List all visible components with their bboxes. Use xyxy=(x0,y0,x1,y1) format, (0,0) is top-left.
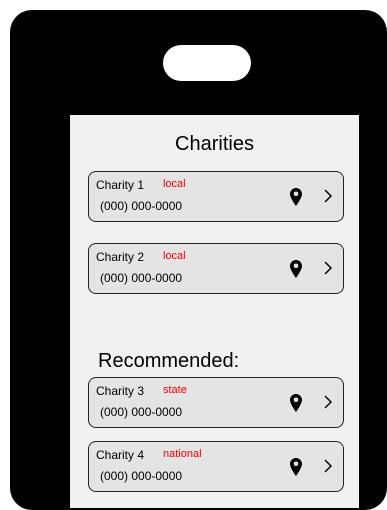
charity-name: Charity 4 xyxy=(96,448,145,462)
charity-phone: (000) 000-0000 xyxy=(100,271,183,285)
chevron-right-icon[interactable] xyxy=(324,188,332,204)
charity-scope-tag: state xyxy=(163,384,187,396)
map-pin-icon[interactable] xyxy=(290,260,302,278)
charity-card[interactable]: Charity 2 local (000) 000-0000 xyxy=(88,243,344,294)
charity-scope-tag: local xyxy=(163,250,186,262)
charity-phone: (000) 000-0000 xyxy=(100,405,183,419)
map-pin-icon[interactable] xyxy=(290,394,302,412)
chevron-right-icon[interactable] xyxy=(324,458,332,474)
recommended-charity-card[interactable]: Charity 4 national (000) 000-0000 xyxy=(88,441,344,492)
phone-frame: Charities Charity 1 local (000) 000-0000… xyxy=(10,10,387,510)
recommended-charity-card[interactable]: Charity 3 state (000) 000-0000 xyxy=(88,377,344,428)
charities-screen: Charities Charity 1 local (000) 000-0000… xyxy=(70,115,359,508)
chevron-right-icon[interactable] xyxy=(324,260,332,276)
map-pin-icon[interactable] xyxy=(290,188,302,206)
charity-scope-tag: national xyxy=(163,448,202,460)
charity-name: Charity 2 xyxy=(96,250,145,264)
map-pin-icon[interactable] xyxy=(290,458,302,476)
charity-name: Charity 1 xyxy=(96,178,145,192)
chevron-right-icon[interactable] xyxy=(324,394,332,410)
charity-card[interactable]: Charity 1 local (000) 000-0000 xyxy=(88,171,344,222)
phone-speaker xyxy=(163,45,251,81)
charity-name: Charity 3 xyxy=(96,384,145,398)
recommended-heading: Recommended: xyxy=(98,350,240,372)
page-title: Charities xyxy=(175,133,254,155)
charity-phone: (000) 000-0000 xyxy=(100,199,183,213)
charity-scope-tag: local xyxy=(163,178,186,190)
charity-phone: (000) 000-0000 xyxy=(100,469,183,483)
